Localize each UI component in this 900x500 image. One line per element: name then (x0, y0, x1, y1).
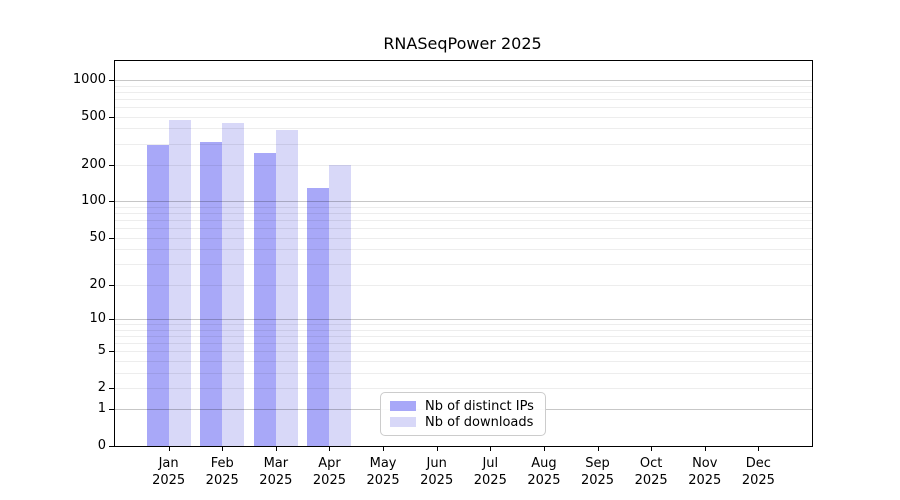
y-tick-mark (109, 117, 115, 118)
x-tick-mark (598, 446, 599, 451)
x-tick-mark (222, 446, 223, 451)
x-tick-label-line: 2025 (723, 472, 793, 489)
gridline-minor (115, 99, 812, 100)
x-tick-mark (544, 446, 545, 451)
gridline-minor (115, 388, 812, 389)
gridline-minor (115, 220, 812, 221)
gridline-minor (115, 361, 812, 362)
x-tick-mark (329, 446, 330, 451)
gridline-major (115, 201, 812, 202)
y-tick-label: 2 (46, 380, 106, 396)
y-tick-label: 1 (46, 401, 106, 417)
x-tick-mark (276, 446, 277, 451)
bar-distinct-ips-2 (254, 153, 276, 446)
y-tick-label: 10 (46, 311, 106, 327)
chart-title: RNASeqPower 2025 (114, 34, 811, 53)
gridline-minor (115, 86, 812, 87)
gridline-minor (115, 107, 812, 108)
legend-item: Nb of distinct IPs (390, 399, 536, 414)
bar-distinct-ips-0 (147, 145, 169, 446)
gridline-major (115, 319, 812, 320)
y-tick-label: 200 (46, 157, 106, 173)
gridline-minor (115, 213, 812, 214)
y-tick-label: 20 (46, 277, 106, 293)
gridline-minor (115, 330, 812, 331)
gridline-minor (115, 144, 812, 145)
x-tick-label-line: Dec (723, 455, 793, 472)
legend-label: Nb of downloads (425, 415, 533, 430)
y-tick-mark (109, 409, 115, 410)
gridline-minor (115, 228, 812, 229)
gridline-major (115, 80, 812, 81)
x-tick-label: Dec2025 (723, 455, 793, 489)
gridline-minor (115, 285, 812, 286)
gridline-minor (115, 238, 812, 239)
y-tick-label: 1000 (46, 72, 106, 88)
gridline-minor (115, 264, 812, 265)
y-tick-mark (109, 319, 115, 320)
gridline-minor (115, 324, 812, 325)
x-tick-mark (758, 446, 759, 451)
y-tick-label: 500 (46, 109, 106, 125)
x-tick-mark (651, 446, 652, 451)
legend-label: Nb of distinct IPs (425, 399, 534, 414)
y-tick-label: 50 (46, 230, 106, 246)
x-tick-mark (383, 446, 384, 451)
y-tick-mark (109, 285, 115, 286)
gridline-minor (115, 336, 812, 337)
figure: RNASeqPower 2025 Nb of distinct IPs Nb o… (0, 0, 900, 500)
gridline-minor (115, 128, 812, 129)
gridline-minor (115, 117, 812, 118)
legend-item: Nb of downloads (390, 415, 536, 430)
legend: Nb of distinct IPs Nb of downloads (380, 392, 546, 436)
y-tick-mark (109, 351, 115, 352)
gridline-minor (115, 351, 812, 352)
y-tick-label: 5 (46, 343, 106, 359)
y-tick-label: 0 (46, 438, 106, 454)
legend-swatch (390, 401, 416, 411)
x-tick-mark (437, 446, 438, 451)
y-tick-mark (109, 238, 115, 239)
y-tick-mark (109, 80, 115, 81)
y-tick-mark (109, 165, 115, 166)
gridline-minor (115, 249, 812, 250)
bar-distinct-ips-1 (200, 142, 222, 446)
y-tick-mark (109, 201, 115, 202)
legend-swatch (390, 417, 416, 427)
gridline-minor (115, 207, 812, 208)
x-tick-mark (705, 446, 706, 451)
bar-downloads-2 (276, 130, 298, 446)
x-tick-mark (490, 446, 491, 451)
y-tick-mark (109, 446, 115, 447)
gridline-minor (115, 343, 812, 344)
y-tick-label: 100 (46, 193, 106, 209)
gridline-minor (115, 92, 812, 93)
gridline-minor (115, 165, 812, 166)
bar-distinct-ips-3 (307, 188, 329, 446)
y-tick-mark (109, 388, 115, 389)
gridline-minor (115, 373, 812, 374)
x-tick-mark (169, 446, 170, 451)
plot-area: Nb of distinct IPs Nb of downloads 01251… (114, 60, 813, 447)
bar-downloads-0 (169, 120, 191, 446)
